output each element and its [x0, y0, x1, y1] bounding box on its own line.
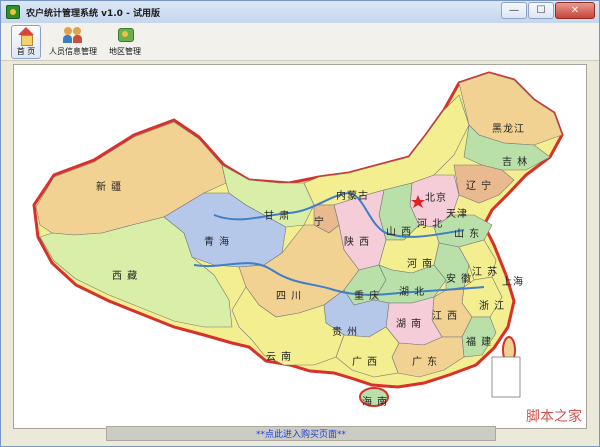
watermark: 脚本之家 [526, 409, 582, 425]
province-label: 新 疆 [96, 182, 123, 193]
province-label: 广 西 [352, 357, 379, 368]
province-label: 湖 北 [399, 287, 426, 298]
province-label: 内蒙古 [336, 191, 369, 202]
main-window: 农户统计管理系统 v1.0 - 试用版 — ☐ ✕ 首 页 人员信息管理 地区管… [0, 0, 600, 447]
province-label: 天津 [446, 209, 468, 220]
province-label: 山 西 [386, 227, 413, 238]
province-label: 西 藏 [112, 271, 139, 282]
south-china-sea-inset [491, 356, 521, 398]
province-label: 海 南 [362, 397, 389, 408]
window-title: 农户统计管理系统 v1.0 - 试用版 [26, 8, 160, 19]
province-label: 甘 肃 [264, 211, 291, 222]
province-label: 云 南 [266, 352, 293, 363]
province-label: 福 建 [466, 337, 493, 348]
province-label: 宁 [314, 217, 325, 228]
province-label: 上海 [502, 277, 524, 288]
province-label: 陕 西 [344, 237, 371, 248]
users-icon [63, 26, 83, 44]
province-label: 青 海 [204, 237, 231, 248]
province-label: 河 北 [417, 219, 444, 230]
province-label: 北京 [425, 193, 447, 204]
maximize-button[interactable]: ☐ [528, 2, 554, 19]
close-button[interactable]: ✕ [555, 2, 595, 19]
home-button-label: 首 页 [16, 47, 36, 56]
province-label: 浙 江 [479, 301, 506, 312]
region-icon [115, 26, 135, 44]
home-icon [16, 27, 36, 46]
province-label: 黑龙江 [492, 124, 525, 135]
home-button[interactable]: 首 页 [11, 25, 41, 59]
region-management-label: 地区管理 [109, 47, 141, 56]
province-label: 山 东 [454, 229, 481, 240]
window-controls: — ☐ ✕ [501, 2, 595, 19]
personnel-management-label: 人员信息管理 [49, 47, 97, 56]
province-label: 江 西 [432, 311, 459, 322]
purchase-link-text: **点此进入购买页面** [255, 430, 346, 440]
purchase-link[interactable]: **点此进入购买页面** [106, 426, 496, 441]
province-label: 广 东 [412, 357, 439, 368]
province-label: 江 苏 [472, 267, 499, 278]
province-label: 重 庆 [354, 291, 381, 302]
minimize-button[interactable]: — [501, 2, 527, 19]
app-icon [6, 5, 20, 19]
province-label: 吉 林 [502, 157, 529, 168]
province-label: 河 南 [407, 259, 434, 270]
province-label: 湖 南 [396, 319, 423, 330]
province-label: 安 徽 [446, 274, 473, 285]
china-map[interactable]: 新 疆 西 藏 青 海 甘 肃 内蒙古 黑龙江 吉 林 辽 宁 北京 天津 河 … [13, 64, 587, 429]
title-bar[interactable]: 农户统计管理系统 v1.0 - 试用版 — ☐ ✕ [1, 1, 599, 23]
province-label: 辽 宁 [466, 181, 493, 192]
province-label: 四 川 [276, 291, 303, 302]
personnel-management-button[interactable]: 人员信息管理 [45, 25, 101, 59]
toolbar: 首 页 人员信息管理 地区管理 [1, 23, 599, 61]
region-management-button[interactable]: 地区管理 [105, 25, 145, 59]
province-label: 贵 州 [332, 327, 359, 338]
